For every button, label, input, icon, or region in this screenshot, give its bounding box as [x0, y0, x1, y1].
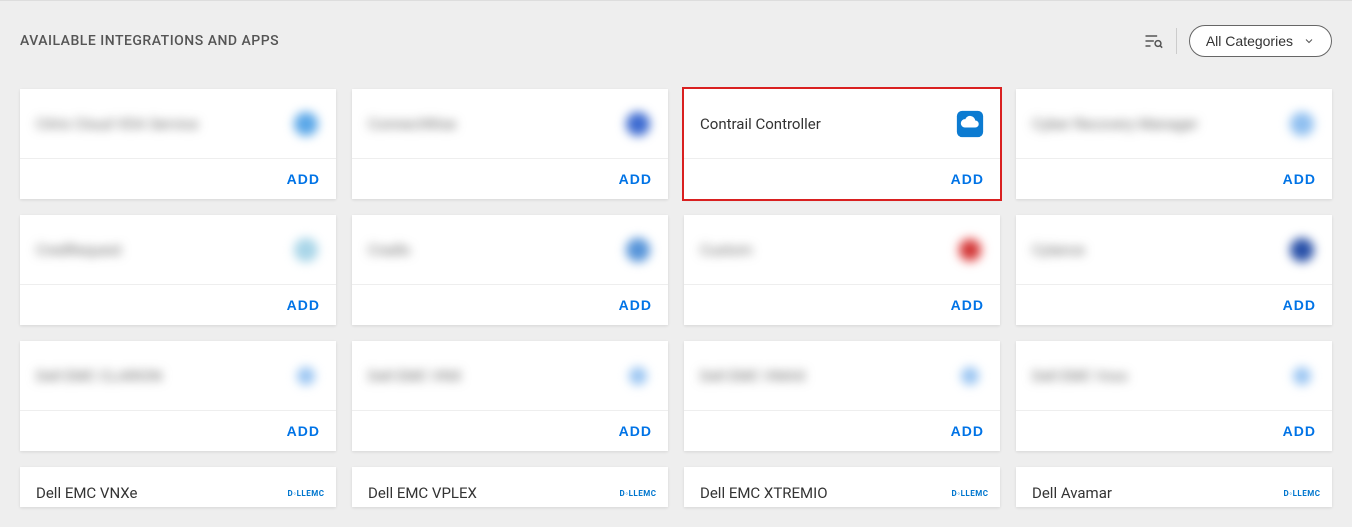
- integration-icon: [624, 362, 652, 390]
- integration-icon: D◦LLEMC: [292, 479, 320, 507]
- card-footer: ADD: [352, 158, 668, 199]
- integration-name: Contrail Controller: [700, 115, 821, 133]
- integration-icon: [956, 236, 984, 264]
- integration-name: Dell EMC VMAX: [700, 367, 806, 385]
- card-header: Dell EMC XTREMIO D◦LLEMC: [684, 467, 1000, 507]
- integration-card: Cyber Recovery Manager ADD: [1016, 89, 1332, 199]
- card-header: Dell EMC VMAX: [684, 341, 1000, 410]
- integration-card: CredRequest ADD: [20, 215, 336, 325]
- header-controls: All Categories: [1142, 25, 1332, 57]
- integration-name: Dell EMC XTREMIO: [700, 484, 828, 502]
- integration-card: Contrail Controller ADD: [684, 89, 1000, 199]
- add-button[interactable]: ADD: [1283, 297, 1316, 313]
- integration-icon: D◦LLEMC: [956, 479, 984, 507]
- card-footer: ADD: [684, 158, 1000, 199]
- card-footer: ADD: [684, 284, 1000, 325]
- add-button[interactable]: ADD: [951, 171, 984, 187]
- integration-name: Citrix Cloud VDA Service: [36, 115, 198, 133]
- integration-card: Dell Avamar D◦LLEMC: [1016, 467, 1332, 507]
- integration-name: Custom: [700, 241, 752, 259]
- card-header: CredRequest: [20, 215, 336, 284]
- integration-name: Dell EMC CLARION: [36, 367, 162, 385]
- card-header: Contrail Controller: [684, 89, 1000, 158]
- integration-icon: [1288, 110, 1316, 138]
- card-header: Dell EMC VPLEX D◦LLEMC: [352, 467, 668, 507]
- card-header: Dell EMC VNXe D◦LLEMC: [20, 467, 336, 507]
- integration-name: Dell Avamar: [1032, 484, 1112, 502]
- card-header: Cyber Recovery Manager: [1016, 89, 1332, 158]
- add-button[interactable]: ADD: [1283, 171, 1316, 187]
- integration-icon: [956, 110, 984, 138]
- card-header: Dell Avamar D◦LLEMC: [1016, 467, 1332, 507]
- integration-name: Cradlx: [368, 241, 410, 259]
- integration-icon: [1288, 362, 1316, 390]
- card-header: Cylance: [1016, 215, 1332, 284]
- integration-icon: [292, 362, 320, 390]
- integration-card: Cradlx ADD: [352, 215, 668, 325]
- integration-icon: [956, 362, 984, 390]
- integration-name: Dell EMC Vxxx: [1032, 367, 1128, 385]
- add-button[interactable]: ADD: [951, 423, 984, 439]
- integration-card: Cylance ADD: [1016, 215, 1332, 325]
- card-header: Custom: [684, 215, 1000, 284]
- integration-card: Dell EMC VNXe D◦LLEMC: [20, 467, 336, 507]
- card-footer: ADD: [20, 410, 336, 451]
- integration-card: Dell EMC XTREMIO D◦LLEMC: [684, 467, 1000, 507]
- integration-icon: [292, 236, 320, 264]
- integration-icon: [1288, 236, 1316, 264]
- card-header: Dell EMC Vxxx: [1016, 341, 1332, 410]
- integration-name: Dell EMC VPLEX: [368, 484, 477, 502]
- add-button[interactable]: ADD: [287, 297, 320, 313]
- add-button[interactable]: ADD: [619, 297, 652, 313]
- integration-name: Cylance: [1032, 241, 1085, 259]
- integration-icon: D◦LLEMC: [624, 479, 652, 507]
- add-button[interactable]: ADD: [619, 171, 652, 187]
- card-footer: ADD: [1016, 284, 1332, 325]
- add-button[interactable]: ADD: [287, 423, 320, 439]
- card-footer: ADD: [352, 410, 668, 451]
- card-footer: ADD: [1016, 410, 1332, 451]
- integration-name: Dell EMC VNX: [368, 367, 462, 385]
- integration-card: Custom ADD: [684, 215, 1000, 325]
- divider: [1176, 28, 1177, 54]
- card-header: Cradlx: [352, 215, 668, 284]
- card-footer: ADD: [1016, 158, 1332, 199]
- integration-icon: D◦LLEMC: [1288, 479, 1316, 507]
- add-button[interactable]: ADD: [287, 171, 320, 187]
- card-header: ConnectWise: [352, 89, 668, 158]
- integration-name: Dell EMC VNXe: [36, 484, 137, 502]
- card-header: Citrix Cloud VDA Service: [20, 89, 336, 158]
- integration-card: Dell EMC VNX ADD: [352, 341, 668, 451]
- integration-icon: [292, 110, 320, 138]
- card-header: Dell EMC CLARION: [20, 341, 336, 410]
- add-button[interactable]: ADD: [1283, 423, 1316, 439]
- integration-card: Citrix Cloud VDA Service ADD: [20, 89, 336, 199]
- integration-card: Dell EMC CLARION ADD: [20, 341, 336, 451]
- category-filter-button[interactable]: All Categories: [1189, 25, 1332, 57]
- integration-card: Dell EMC VMAX ADD: [684, 341, 1000, 451]
- integration-card: Dell EMC Vxxx ADD: [1016, 341, 1332, 451]
- integration-icon: [624, 110, 652, 138]
- integration-card: ConnectWise ADD: [352, 89, 668, 199]
- integration-name: Cyber Recovery Manager: [1032, 115, 1198, 133]
- add-button[interactable]: ADD: [619, 423, 652, 439]
- integration-icon: [624, 236, 652, 264]
- card-footer: ADD: [20, 158, 336, 199]
- card-header: Dell EMC VNX: [352, 341, 668, 410]
- section-header: AVAILABLE INTEGRATIONS AND APPS All Cate…: [0, 1, 1352, 67]
- integrations-grid: Citrix Cloud VDA Service ADD ConnectWise…: [0, 67, 1352, 527]
- filter-icon[interactable]: [1142, 30, 1164, 52]
- chevron-down-icon: [1303, 35, 1315, 47]
- integration-name: ConnectWise: [368, 115, 456, 133]
- add-button[interactable]: ADD: [951, 297, 984, 313]
- card-footer: ADD: [352, 284, 668, 325]
- card-footer: ADD: [20, 284, 336, 325]
- integration-name: CredRequest: [36, 241, 122, 259]
- integration-card: Dell EMC VPLEX D◦LLEMC: [352, 467, 668, 507]
- section-title: AVAILABLE INTEGRATIONS AND APPS: [20, 33, 279, 49]
- card-footer: ADD: [684, 410, 1000, 451]
- category-filter-label: All Categories: [1206, 33, 1293, 49]
